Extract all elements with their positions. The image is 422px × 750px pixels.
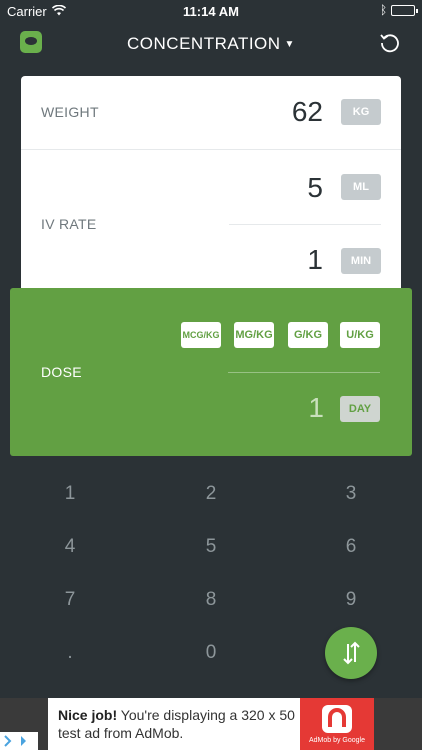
divider: [229, 224, 381, 225]
iv-rate-volume[interactable]: 5: [307, 172, 323, 204]
bluetooth-icon: ᛒ: [380, 3, 388, 17]
iv-rate-row: IV RATE 5 ML 1 MIN: [21, 150, 401, 292]
ad-choices-icon[interactable]: [0, 732, 38, 750]
key-1[interactable]: 1: [40, 483, 100, 505]
unit-mcg-kg-button[interactable]: MCG/KG: [181, 322, 221, 348]
ad-text: Nice job! You're displaying a 320 x 50 t…: [58, 706, 298, 742]
unit-mg-kg-button[interactable]: MG/KG: [234, 322, 274, 348]
iv-rate-time[interactable]: 1: [307, 244, 323, 276]
volume-unit-button[interactable]: ML: [341, 174, 381, 200]
key-6[interactable]: 6: [321, 536, 381, 558]
clock: 11:14 AM: [183, 4, 239, 19]
caret-down-icon: ▼: [284, 39, 295, 50]
input-card: WEIGHT 62 KG IV RATE 5 ML 1 MIN: [21, 76, 401, 292]
page-title: CONCENTRATION: [127, 34, 281, 53]
swap-arrows-icon: [343, 641, 360, 665]
key-8[interactable]: 8: [181, 589, 241, 611]
divider: [228, 372, 380, 373]
ad-banner[interactable]: Nice job! You're displaying a 320 x 50 t…: [0, 698, 422, 750]
key-0[interactable]: 0: [181, 642, 241, 664]
admob-brand: AdMob by Google: [308, 737, 366, 744]
nav-bar: CONCENTRATION ▼: [0, 22, 422, 66]
iv-rate-label: IV RATE: [41, 216, 97, 232]
dose-label: DOSE: [41, 364, 82, 380]
unit-u-kg-button[interactable]: U/KG: [340, 322, 380, 348]
dose-panel: MCG/KG MG/KG G/KG U/KG DOSE 1 DAY: [10, 288, 412, 456]
admob-logo-icon: [322, 705, 352, 733]
weight-row[interactable]: WEIGHT 62 KG: [21, 76, 401, 150]
dose-time-unit-button[interactable]: DAY: [340, 396, 380, 422]
key-3[interactable]: 3: [321, 483, 381, 505]
key-2[interactable]: 2: [181, 483, 241, 505]
dose-value[interactable]: 1: [308, 392, 324, 424]
key-5[interactable]: 5: [181, 536, 241, 558]
weight-value[interactable]: 62: [292, 96, 323, 128]
unit-g-kg-button[interactable]: G/KG: [288, 322, 328, 348]
key-4[interactable]: 4: [40, 536, 100, 558]
time-unit-button[interactable]: MIN: [341, 248, 381, 274]
ad-headline: Nice job!: [58, 707, 118, 723]
reset-icon[interactable]: [378, 31, 402, 55]
ad-panel[interactable]: Nice job! You're displaying a 320 x 50 t…: [48, 698, 374, 750]
key-7[interactable]: 7: [40, 589, 100, 611]
key-9[interactable]: 9: [321, 589, 381, 611]
weight-label: WEIGHT: [41, 104, 99, 120]
battery-icon: [391, 5, 418, 16]
weight-unit-button[interactable]: KG: [341, 99, 381, 125]
admob-badge: AdMob by Google: [300, 698, 374, 750]
status-bar: Carrier 11:14 AM ᛒ: [0, 0, 422, 22]
mode-selector[interactable]: CONCENTRATION ▼: [0, 34, 422, 54]
swap-button[interactable]: [325, 627, 377, 679]
key-decimal[interactable]: .: [40, 642, 100, 664]
